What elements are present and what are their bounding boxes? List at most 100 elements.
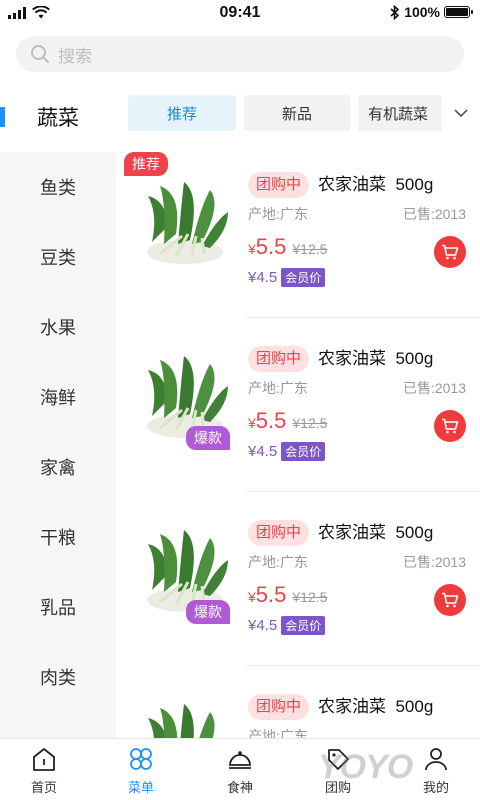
nav-menu[interactable]: 菜单 <box>101 745 181 799</box>
search-bar[interactable]: 搜索 <box>16 36 464 72</box>
nav-label: 菜单 <box>127 780 154 795</box>
sidebar-item-fish[interactable]: 鱼类 <box>0 152 116 222</box>
sold-count: 已售:2013 <box>402 380 466 396</box>
sidebar-item-label: 水果 <box>40 318 76 338</box>
sidebar-item-label: 海鲜 <box>40 388 76 408</box>
product-title: 农家油菜 <box>318 523 386 542</box>
nav-label: 团购 <box>324 780 351 795</box>
cart-icon <box>442 418 459 434</box>
product-origin: 产地:广东 <box>248 206 308 222</box>
price-value: 5.5 <box>255 582 287 607</box>
sidebar-item-label: 肉类 <box>40 668 76 688</box>
product-weight: 500g <box>395 175 434 194</box>
hot-badge: 爆款 <box>186 426 230 450</box>
group-buy-tag: 团购中 <box>248 346 310 372</box>
product-origin: 产地:广东 <box>248 380 308 396</box>
sidebar-item-label: 豆类 <box>40 248 76 268</box>
member-price-tag: 会员价 <box>281 442 326 461</box>
product-card[interactable]: 爆款 团购中 农家油菜 500g 产地:广东 已售:2013 ¥5.5 ¥12.5… <box>116 492 480 666</box>
product-title: 农家油菜 <box>318 175 386 194</box>
member-price-value: ¥4.5 <box>248 269 278 286</box>
tag-icon <box>328 749 349 770</box>
bluetooth-icon <box>390 4 400 20</box>
product-image <box>147 182 228 264</box>
sidebar-item-dairy[interactable]: 乳品 <box>0 572 116 642</box>
sidebar-item-poultry[interactable]: 家禽 <box>0 432 116 502</box>
member-price: ¥4.5 会员价 <box>248 268 326 287</box>
product-price: ¥5.5 ¥12.5 <box>248 234 327 260</box>
product-image <box>148 704 215 738</box>
sidebar-item-beans[interactable]: 豆类 <box>0 222 116 292</box>
product-name: 农家油菜 500g <box>318 694 433 720</box>
tab-recommended[interactable]: 推荐 <box>128 95 236 131</box>
nav-home[interactable]: 首页 <box>4 745 84 799</box>
home-icon <box>33 748 55 771</box>
status-right: 100% <box>390 4 473 20</box>
nav-profile[interactable]: 我的 <box>396 745 476 799</box>
member-price-value: ¥4.5 <box>248 443 278 460</box>
product-name: 农家油菜 500g <box>318 520 433 546</box>
original-price: ¥12.5 <box>292 415 328 431</box>
currency-symbol: ¥ <box>248 589 256 605</box>
member-price-value: ¥4.5 <box>248 617 278 634</box>
sidebar-item-seafood[interactable]: 海鲜 <box>0 362 116 432</box>
sidebar-item-label: 干粮 <box>40 528 76 548</box>
add-to-cart-button[interactable] <box>434 584 466 616</box>
nav-group-buy[interactable]: 团购 <box>298 745 378 799</box>
sidebar-item-label: 蔬菜 <box>37 107 79 130</box>
sidebar-item-fruit[interactable]: 水果 <box>0 292 116 362</box>
price-value: 5.5 <box>255 408 287 433</box>
product-title: 农家油菜 <box>318 349 386 368</box>
member-price: ¥4.5 会员价 <box>248 442 326 461</box>
sidebar-item-meat[interactable]: 肉类 <box>0 642 116 712</box>
product-price: ¥5.5 ¥12.5 <box>248 408 327 434</box>
product-weight: 500g <box>395 523 434 542</box>
sidebar-item-dry-food[interactable]: 干粮 <box>0 502 116 572</box>
product-name: 农家油菜 500g <box>318 346 433 372</box>
product-origin: 产地:广东 <box>248 728 308 738</box>
price-value: 5.5 <box>255 234 287 259</box>
product-weight: 500g <box>395 697 434 716</box>
product-card[interactable]: 推荐 团购中 农家油菜 500g 产地:广东 已售:2013 ¥5.5 ¥12.5… <box>116 144 480 318</box>
nav-chef[interactable]: 食神 <box>200 745 280 799</box>
group-buy-tag: 团购中 <box>248 520 310 546</box>
nav-label: 我的 <box>422 780 449 795</box>
tab-organic-vegetables[interactable]: 有机蔬菜 <box>358 95 442 131</box>
recommend-badge: 推荐 <box>124 152 168 176</box>
active-indicator <box>0 107 5 127</box>
add-to-cart-button[interactable] <box>434 410 466 442</box>
original-price: ¥12.5 <box>292 589 328 605</box>
product-card[interactable]: 爆款 团购中 农家油菜 500g 产地:广东 已售:2013 ¥5.5 ¥12.5… <box>116 318 480 492</box>
sold-count: 已售:2013 <box>402 554 466 570</box>
product-name: 农家油菜 500g <box>318 172 433 198</box>
tab-new[interactable]: 新品 <box>244 95 350 131</box>
chevron-down-icon <box>454 108 468 117</box>
nav-label: 食神 <box>226 780 253 795</box>
member-price: ¥4.5 会员价 <box>248 616 326 635</box>
search-placeholder: 搜索 <box>58 46 92 66</box>
group-buy-tag: 团购中 <box>248 172 310 198</box>
category-sidebar: 蔬菜 鱼类 豆类 水果 海鲜 家禽 干粮 乳品 肉类 <box>0 82 116 738</box>
currency-symbol: ¥ <box>248 415 256 431</box>
product-list: 推荐 团购中 农家油菜 500g 产地:广东 已售:2013 ¥5.5 ¥12.5… <box>116 144 480 738</box>
cart-icon <box>442 244 459 260</box>
sidebar-item-label: 乳品 <box>40 598 76 618</box>
search-icon <box>31 45 49 63</box>
status-bar: 09:41 100% <box>0 0 480 26</box>
member-price-tag: 会员价 <box>281 268 326 287</box>
bottom-nav: 首页 菜单 食神 团购 我的 <box>0 738 480 800</box>
product-card[interactable]: 团购中 农家油菜 500g 产地:广东 <box>116 666 480 738</box>
sidebar-item-label: 家禽 <box>40 458 76 478</box>
sidebar-item-vegetables[interactable]: 蔬菜 <box>0 82 116 152</box>
add-to-cart-button[interactable] <box>434 236 466 268</box>
group-buy-tag: 团购中 <box>248 694 310 720</box>
menu-grid-icon <box>130 748 152 770</box>
cart-icon <box>442 592 459 608</box>
user-icon <box>425 748 447 771</box>
product-price: ¥5.5 ¥12.5 <box>248 582 327 608</box>
original-price: ¥12.5 <box>292 241 328 257</box>
battery-icon <box>444 6 473 18</box>
sidebar-item-label: 鱼类 <box>40 178 76 198</box>
subcategory-tabs: 推荐 新品 有机蔬菜 <box>116 82 480 144</box>
tabs-expand-button[interactable] <box>442 95 480 131</box>
